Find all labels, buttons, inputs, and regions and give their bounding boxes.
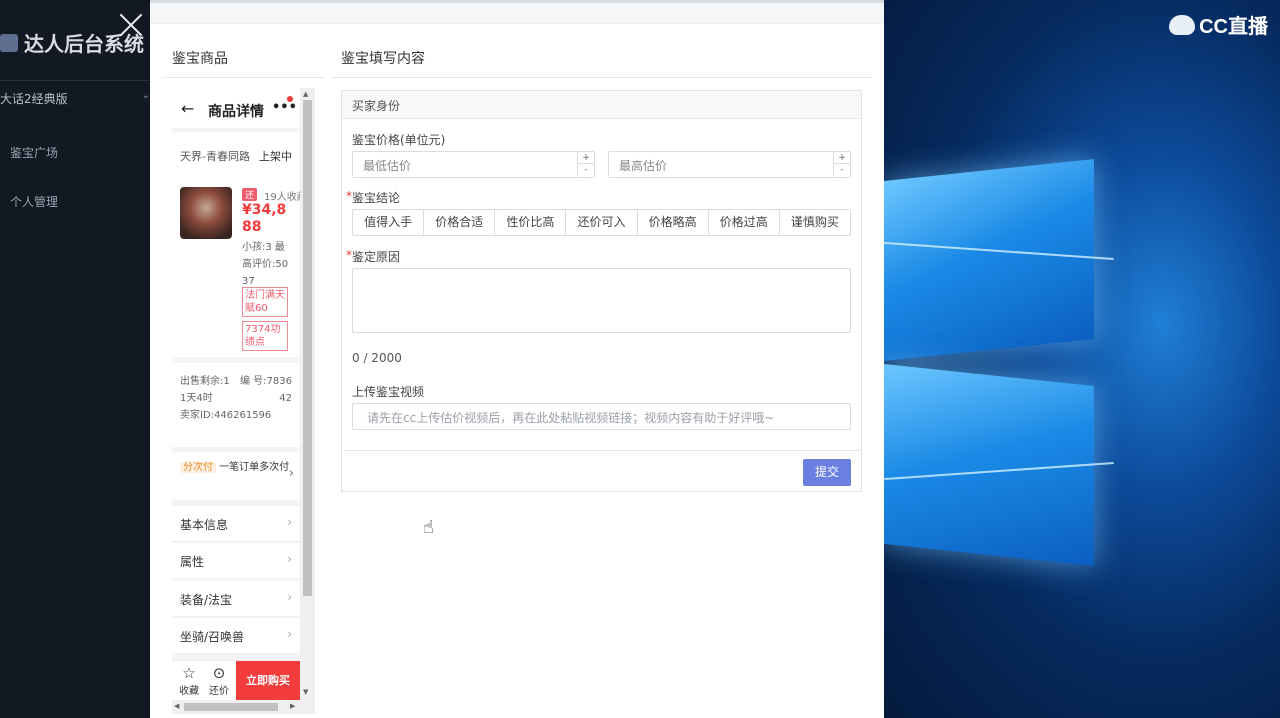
scroll-up-icon[interactable]: ▲: [303, 90, 308, 98]
section-title: 买家身份: [342, 91, 861, 119]
preview-title: 商品详情: [208, 104, 264, 120]
option-cautious[interactable]: 谨慎购买: [780, 210, 850, 235]
char-counter: 0 / 2000: [352, 351, 402, 365]
scroll-down-icon[interactable]: ▼: [303, 688, 308, 696]
left-column-title: 鉴宝商品: [172, 51, 228, 67]
listing-status: 上架中: [259, 150, 292, 163]
divider: [342, 450, 861, 451]
option-slightly-high[interactable]: 价格略高: [638, 210, 709, 235]
price-label: 鉴宝价格(单位元): [352, 133, 446, 147]
return-badge: 还: [242, 188, 258, 201]
preview-action-bar: ☆ 收藏 ⊙ 还价 立即购买: [172, 660, 300, 701]
reason-textarea[interactable]: [352, 268, 851, 333]
dialog-topbar: [150, 0, 884, 24]
appraisal-form: 买家身份 鉴宝价格(单位元) 最低估价 + - 最高估价 + - * 鉴宝结论 值得入…: [341, 90, 862, 492]
hand-cursor-icon: ☝: [423, 517, 434, 538]
row-equipment[interactable]: 装备/法宝 ›: [172, 581, 300, 617]
product-tag: 法门满天赋60: [242, 287, 288, 317]
notification-dot: [287, 96, 293, 102]
installment-row[interactable]: 分次付 一笔订单多次付 ›: [172, 452, 300, 500]
product-tag: 7374功绩点: [242, 321, 288, 351]
conclusion-options: 值得入手 价格合适 性价比高 还价可入 价格略高 价格过高 谨慎购买: [352, 209, 851, 236]
min-price-input[interactable]: 最低估价 + -: [352, 151, 595, 178]
option-too-high[interactable]: 价格过高: [709, 210, 780, 235]
info-line: 1天4时 42: [180, 393, 292, 404]
game-select[interactable]: 大话2经典版 ⌄: [0, 90, 150, 107]
product-price: ¥34,888: [242, 202, 287, 235]
seller-id: 卖家ID:446261596: [180, 410, 272, 421]
app-logo-icon: [0, 33, 18, 52]
installment-text: 分次付 一笔订单多次付: [180, 459, 296, 477]
stepper[interactable]: + -: [577, 152, 594, 177]
favorite-button[interactable]: ☆ 收藏: [174, 664, 204, 698]
cc-cloud-icon: [1169, 14, 1196, 35]
windows-logo: [884, 158, 1114, 580]
server-row: 天界-青春同路 上架中: [172, 132, 300, 164]
menu-item-appraisal-square[interactable]: 鉴宝广场: [0, 144, 58, 161]
bargain-button[interactable]: ⊙ 还价: [204, 664, 234, 698]
product-preview: ← 商品详情 ••• 天界-青春同路 上架中 还 19人收藏 ¥34,888 小…: [172, 88, 315, 714]
more-icon[interactable]: •••: [272, 100, 297, 115]
server-name: 天界-青春同路: [180, 150, 250, 163]
scrollbar-thumb[interactable]: [303, 100, 312, 596]
cc-live-logo: CC直播: [1169, 10, 1268, 39]
product-card: 天界-青春同路 上架中 还 19人收藏 ¥34,888 小孩:3 最高评价:50…: [172, 132, 307, 357]
windows-pane-top: [884, 158, 1094, 362]
submit-button[interactable]: 提交: [803, 459, 851, 486]
decrement-icon[interactable]: -: [834, 164, 850, 176]
reason-label: * 鉴定原因: [346, 248, 401, 264]
chevron-right-icon: ›: [287, 515, 292, 529]
chevron-right-icon: ›: [287, 590, 292, 604]
right-column-title: 鉴宝填写内容: [341, 51, 425, 67]
option-good-value[interactable]: 性价比高: [495, 210, 567, 235]
required-mark: *: [346, 189, 352, 203]
appraisal-dialog: 鉴宝商品 鉴宝填写内容 ← 商品详情 ••• 天界-青春同路 上架中 还 19人…: [150, 0, 884, 718]
background-app-sidebar: 达人后台系统 大话2经典版 ⌄ 鉴宝广场 个人管理: [0, 0, 150, 718]
video-label: 上传鉴宝视频: [352, 385, 425, 399]
increment-icon[interactable]: +: [578, 152, 594, 164]
max-price-input[interactable]: 最高估价 + -: [608, 151, 851, 178]
product-info-card: 出售剩余:1 编 号:7836 1天4时 42 卖家ID:446261596: [172, 363, 300, 447]
row-attributes[interactable]: 属性 ›: [172, 543, 300, 579]
row-mounts[interactable]: 坐骑/召唤兽 ›: [172, 618, 300, 654]
back-arrow-icon[interactable]: ←: [181, 99, 194, 118]
scrollbar-thumb[interactable]: [184, 703, 278, 711]
stepper[interactable]: + -: [833, 152, 850, 177]
chevron-down-icon: ⌄: [141, 90, 150, 101]
buy-now-button[interactable]: 立即购买: [236, 661, 300, 701]
chevron-right-icon: ›: [287, 627, 292, 641]
conclusion-label: * 鉴宝结论: [346, 189, 401, 205]
yen-circle-icon: ⊙: [212, 664, 226, 682]
installment-badge: 分次付: [180, 462, 216, 473]
info-line: 出售剩余:1 编 号:7836: [180, 376, 292, 387]
close-icon[interactable]: [116, 10, 146, 40]
star-icon: ☆: [182, 664, 196, 682]
product-meta: 小孩:3 最高评价:5037: [242, 242, 289, 287]
video-link-input[interactable]: 请先在cc上传估价视频后，再在此处粘贴视频链接；视频内容有助于好评哦~: [352, 403, 851, 430]
increment-icon[interactable]: +: [834, 152, 850, 164]
menu-item-personal[interactable]: 个人管理: [0, 193, 58, 210]
desktop-background: CC直播: [884, 0, 1280, 718]
option-worth-buying[interactable]: 值得入手: [353, 210, 425, 235]
product-image[interactable]: [180, 187, 232, 239]
scroll-right-icon[interactable]: ▶: [290, 702, 295, 710]
scroll-left-icon[interactable]: ◀: [174, 702, 179, 710]
divider: [0, 80, 150, 81]
divider: [331, 77, 872, 78]
row-basic-info[interactable]: 基本信息 ›: [172, 506, 300, 542]
vertical-scrollbar[interactable]: ▲ ▼: [300, 88, 315, 700]
horizontal-scrollbar[interactable]: ◀ ▶: [172, 700, 315, 714]
chevron-right-icon: ›: [287, 552, 292, 566]
divider: [162, 77, 324, 78]
required-mark: *: [346, 248, 352, 262]
chevron-right-icon: ›: [288, 466, 294, 481]
option-price-fair[interactable]: 价格合适: [424, 210, 496, 235]
option-bargain[interactable]: 还价可入: [566, 210, 638, 235]
preview-header: ← 商品详情 •••: [172, 88, 300, 128]
decrement-icon[interactable]: -: [578, 164, 594, 176]
